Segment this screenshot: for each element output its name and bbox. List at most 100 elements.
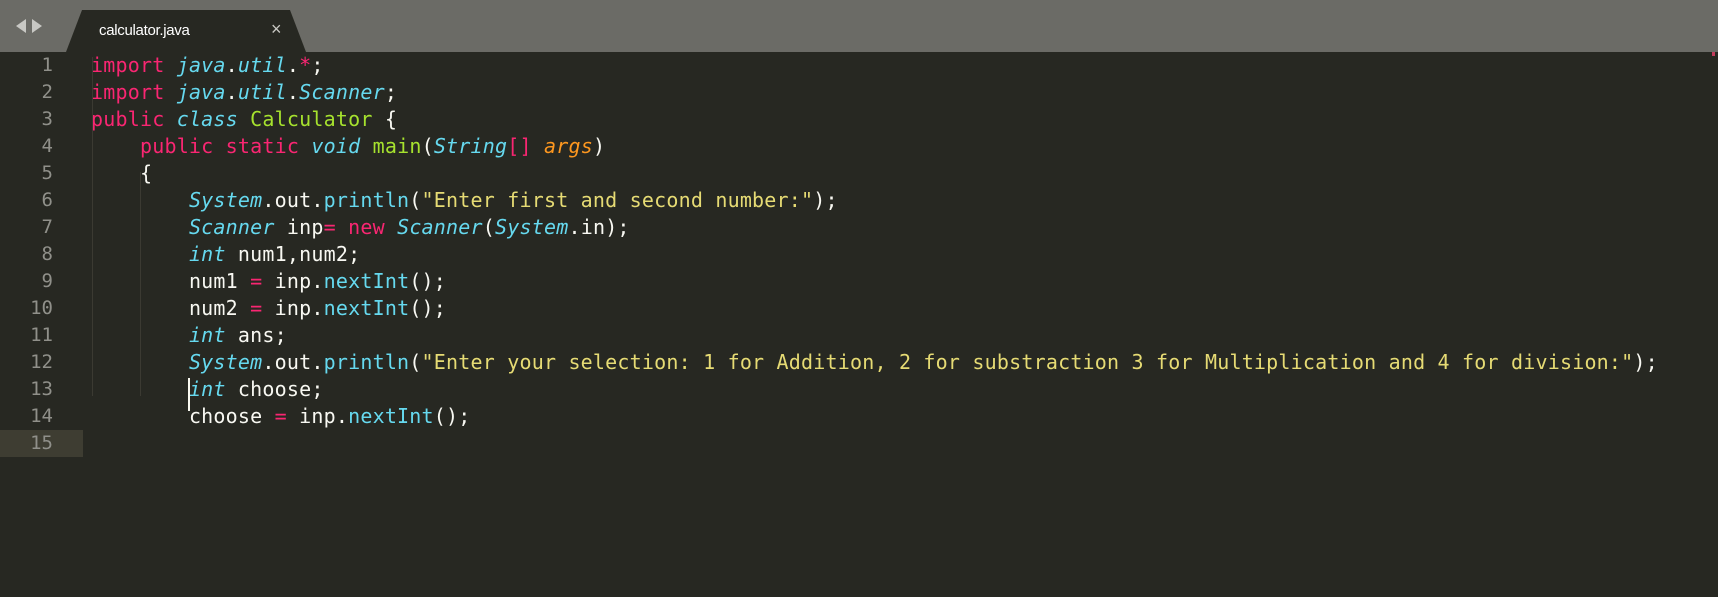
code-line[interactable]: 5 { <box>0 160 1718 187</box>
code-text: choose = inp.nextInt(); <box>91 403 471 430</box>
chevron-right-icon[interactable] <box>32 19 42 33</box>
code-text: Scanner inp= new Scanner(System.in); <box>91 214 630 241</box>
scroll-marker <box>1712 52 1715 56</box>
code-token: { <box>139 161 153 185</box>
code-token: class <box>176 107 238 131</box>
code-line[interactable]: 7 Scanner inp= new Scanner(System.in); <box>0 214 1718 241</box>
chevron-left-icon[interactable] <box>16 19 26 33</box>
code-token: Scanner <box>397 215 483 239</box>
code-token: ; <box>384 80 398 104</box>
code-token: "Enter your selection: 1 for Addition, 2… <box>421 350 1634 374</box>
code-text: public class Calculator { <box>91 106 397 133</box>
line-number: 13 <box>30 378 53 400</box>
code-token: int <box>188 377 226 401</box>
code-editor[interactable]: 1 import java.util.*; 2 import java.util.Sc… <box>0 52 1718 597</box>
code-token: ); <box>1633 350 1658 374</box>
code-token: System <box>188 188 263 212</box>
code-line[interactable]: 12 System.out.println("Enter your select… <box>0 349 1718 376</box>
code-line[interactable]: 1 import java.util.*; <box>0 52 1718 79</box>
code-text: import java.util.*; <box>91 52 324 79</box>
code-token: = <box>323 215 336 239</box>
code-token: choose <box>188 404 275 428</box>
code-line[interactable]: 6 System.out.println("Enter first and se… <box>0 187 1718 214</box>
line-number: 1 <box>41 54 53 76</box>
indent-guide <box>92 57 93 396</box>
code-line[interactable]: 10 num2 = inp.nextInt(); <box>0 295 1718 322</box>
code-token: = <box>250 296 263 320</box>
line-number: 7 <box>41 216 53 238</box>
code-token: inp. <box>286 404 349 428</box>
code-token: inp. <box>262 296 324 320</box>
line-number: 5 <box>41 162 53 184</box>
code-line[interactable]: 4 public static void main(String[] args) <box>0 133 1718 160</box>
code-token: Scanner <box>188 215 275 239</box>
code-line[interactable]: 15 <box>0 430 1718 457</box>
close-icon[interactable]: × <box>271 19 282 40</box>
code-token: "Enter first and second number:" <box>421 188 814 212</box>
code-token: (); <box>409 296 447 320</box>
code-token: java <box>176 80 226 104</box>
line-number: 4 <box>41 135 53 157</box>
code-token: int <box>188 242 226 266</box>
line-number: 8 <box>41 243 53 265</box>
code-text: import java.util.Scanner; <box>91 79 397 106</box>
code-token: num2 <box>188 296 251 320</box>
code-token: public <box>139 134 214 158</box>
code-line[interactable]: 13 int choose; <box>0 376 1718 403</box>
code-token: ans; <box>225 323 287 347</box>
code-token: num1 <box>188 269 251 293</box>
code-token: . <box>225 53 238 77</box>
code-token: import <box>91 53 165 77</box>
code-text: System.out.println("Enter your selection… <box>91 349 1658 376</box>
code-token: static <box>225 134 300 158</box>
code-token: println <box>323 188 410 212</box>
code-line[interactable]: 2 import java.util.Scanner; <box>0 79 1718 106</box>
code-token: * <box>299 53 312 77</box>
tab-title: calculator.java <box>99 22 190 39</box>
tab-bar: calculator.java × <box>0 0 1718 52</box>
code-text: int choose; <box>91 376 324 403</box>
code-token: ; <box>311 53 324 77</box>
code-text: int num1,num2; <box>91 241 360 268</box>
code-token: .in); <box>568 215 630 239</box>
code-token: ) <box>592 134 606 158</box>
code-line[interactable]: 3 public class Calculator { <box>0 106 1718 133</box>
code-token: util <box>237 80 287 104</box>
line-number: 2 <box>41 81 53 103</box>
tab-calculator-java[interactable]: calculator.java × <box>66 10 306 52</box>
code-token: = <box>250 269 263 293</box>
code-token: .out. <box>262 350 324 374</box>
code-token: .out. <box>262 188 324 212</box>
code-text: num2 = inp.nextInt(); <box>91 295 446 322</box>
code-token: ( <box>409 350 422 374</box>
code-token: java <box>176 53 226 77</box>
code-line[interactable]: 9 num1 = inp.nextInt(); <box>0 268 1718 295</box>
line-number: 10 <box>30 297 53 319</box>
code-token: void <box>311 134 361 158</box>
code-token: [] <box>507 134 532 158</box>
code-line[interactable]: 11 int ans; <box>0 322 1718 349</box>
code-token: System <box>188 350 263 374</box>
code-token: new <box>348 215 385 239</box>
code-line[interactable]: 14 choose = inp.nextInt(); <box>0 403 1718 430</box>
code-line[interactable]: 8 int num1,num2; <box>0 241 1718 268</box>
code-token: import <box>91 80 165 104</box>
code-text: { <box>91 160 152 187</box>
code-token: Scanner <box>299 80 385 104</box>
line-number: 12 <box>30 351 53 373</box>
code-token: num1,num2; <box>225 242 361 266</box>
code-token: util <box>237 53 287 77</box>
line-number: 14 <box>30 405 53 427</box>
code-text: System.out.println("Enter first and seco… <box>91 187 838 214</box>
